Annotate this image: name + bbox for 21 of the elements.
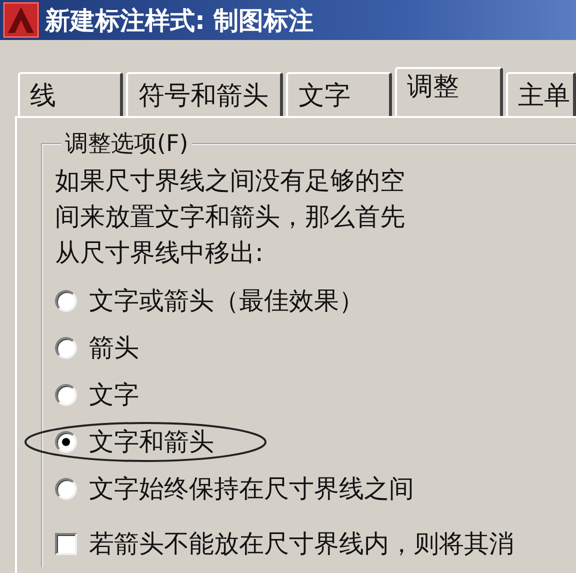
tab[interactable]: 主单 <box>506 72 576 116</box>
tab[interactable]: 线 <box>18 72 124 116</box>
window-title: 新建标注样式: 制图标注 <box>45 4 314 36</box>
checkbox-label: 若箭头不能放在尺寸界线内，则将其消 <box>89 528 514 560</box>
radio-button[interactable] <box>55 336 77 358</box>
radio-label: 文字或箭头（最佳效果） <box>89 285 364 317</box>
tab[interactable]: 调整 <box>394 67 503 116</box>
radio-button[interactable] <box>55 478 77 500</box>
radio-button[interactable] <box>55 290 77 312</box>
description-text: 如果尺寸界线之间没有足够的空 间来放置文字和箭头，那么首先 从尺寸界线中移出: <box>55 165 406 269</box>
tab[interactable]: 文字 <box>286 72 392 116</box>
radio-label: 文字和箭头 <box>89 426 214 458</box>
radio-label: 文字 <box>89 379 139 411</box>
radio-button[interactable] <box>55 384 77 406</box>
checkbox[interactable] <box>55 532 77 554</box>
radio-label: 箭头 <box>89 332 139 364</box>
radio-label: 文字始终保持在尺寸界线之间 <box>89 473 414 505</box>
tab[interactable]: 符号和箭头 <box>126 72 284 116</box>
group-label: 调整选项(F) <box>64 130 190 159</box>
app-logo-icon <box>3 2 39 38</box>
radio-button[interactable] <box>55 430 77 452</box>
